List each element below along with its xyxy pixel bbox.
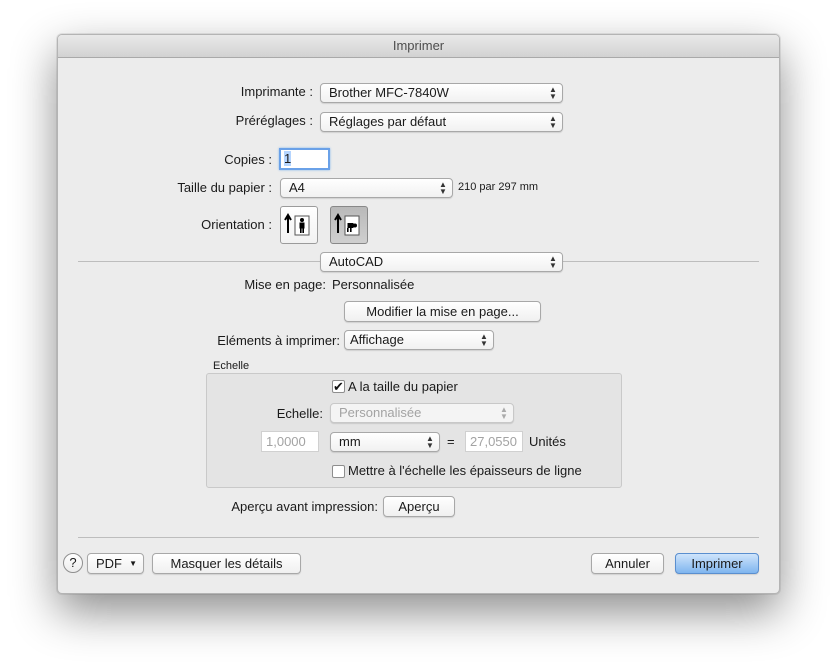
orientation-portrait-button[interactable]	[280, 206, 318, 244]
cancel-button[interactable]: Annuler	[591, 553, 664, 574]
orientation-landscape-button[interactable]	[330, 206, 368, 244]
lineweights-label: Mettre à l'échelle les épaisseurs de lig…	[348, 463, 582, 478]
help-button[interactable]: ?	[63, 553, 83, 573]
copies-label: Copies :	[224, 152, 272, 167]
copies-value: 1	[284, 151, 292, 166]
footer-separator	[78, 537, 759, 538]
pdf-menu-button[interactable]: PDF ▼	[87, 553, 144, 574]
printer-label: Imprimante :	[240, 84, 313, 99]
units-label: Unités	[529, 434, 566, 449]
section-value: AutoCAD	[329, 254, 384, 269]
page-setup-value: Personnalisée	[332, 277, 415, 292]
scale-group-title: Echelle	[213, 360, 250, 372]
paper-size-select[interactable]: A4 ▲ ▼	[280, 178, 453, 198]
portrait-icon	[284, 213, 310, 236]
presets-select[interactable]: Réglages par défaut ▲ ▼	[320, 112, 563, 132]
presets-label: Préréglages :	[235, 113, 313, 128]
updown-arrows-icon: ▲ ▼	[549, 114, 557, 130]
paper-size-value: A4	[289, 180, 305, 195]
window-title: Imprimer	[58, 35, 779, 58]
landscape-icon	[334, 213, 360, 236]
unit-value: mm	[339, 434, 361, 449]
section-select[interactable]: AutoCAD ▲ ▼	[320, 252, 563, 272]
paper-size-label: Taille du papier :	[177, 180, 272, 195]
preview-label: Aperçu avant impression:	[231, 499, 378, 514]
hide-details-button[interactable]: Masquer les détails	[152, 553, 301, 574]
copies-field[interactable]: 1	[279, 148, 330, 170]
orientation-label: Orientation :	[201, 217, 272, 232]
preview-button[interactable]: Aperçu	[383, 496, 455, 517]
scale-left-field[interactable]: 1,0000	[261, 431, 319, 452]
updown-arrows-icon: ▲ ▼	[500, 405, 508, 421]
scale-select[interactable]: Personnalisée ▲ ▼	[330, 403, 514, 423]
print-dialog: Imprimer Imprimante : Brother MFC-7840W …	[57, 34, 780, 594]
elements-select[interactable]: Affichage ▲ ▼	[344, 330, 494, 350]
pdf-label: PDF	[96, 556, 122, 571]
chevron-down-icon: ▼	[129, 559, 137, 568]
scale-right-field[interactable]: 27,0550	[465, 431, 523, 452]
fit-paper-checkbox[interactable]: ✔	[332, 380, 345, 393]
equals-sign: =	[447, 434, 455, 449]
elements-value: Affichage	[350, 332, 404, 347]
scale-group: ✔ A la taille du papier Echelle: Personn…	[206, 373, 622, 488]
elements-label: Eléments à imprimer:	[217, 333, 340, 348]
presets-value: Réglages par défaut	[329, 114, 447, 129]
fit-paper-label: A la taille du papier	[348, 379, 458, 394]
page-setup-label: Mise en page:	[244, 277, 326, 292]
scale-value: Personnalisée	[339, 405, 422, 420]
paper-dimensions: 210 par 297 mm	[458, 181, 539, 193]
updown-arrows-icon: ▲ ▼	[426, 434, 434, 450]
lineweights-checkbox[interactable]	[332, 465, 345, 478]
print-button[interactable]: Imprimer	[675, 553, 759, 574]
printer-select[interactable]: Brother MFC-7840W ▲ ▼	[320, 83, 563, 103]
updown-arrows-icon: ▲ ▼	[549, 254, 557, 270]
updown-arrows-icon: ▲ ▼	[549, 85, 557, 101]
updown-arrows-icon: ▲ ▼	[480, 332, 488, 348]
unit-select[interactable]: mm ▲ ▼	[330, 432, 440, 452]
scale-label: Echelle:	[276, 406, 323, 421]
printer-value: Brother MFC-7840W	[329, 85, 449, 100]
checkmark-icon: ✔	[333, 379, 344, 394]
updown-arrows-icon: ▲ ▼	[439, 180, 447, 196]
modify-page-setup-button[interactable]: Modifier la mise en page...	[344, 301, 541, 322]
